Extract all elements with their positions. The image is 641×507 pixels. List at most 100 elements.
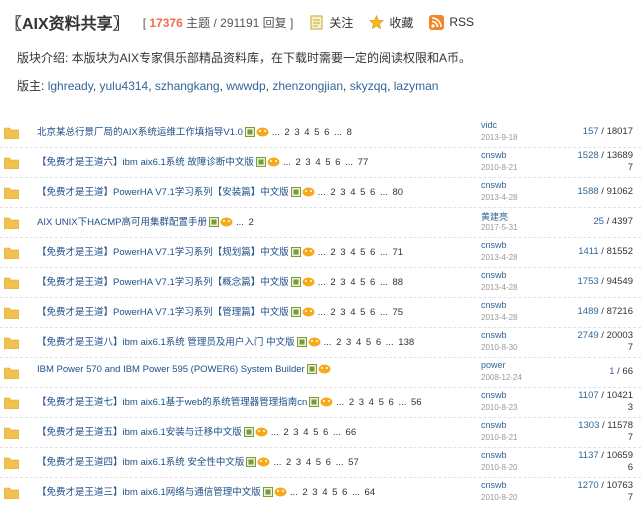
thread-counts: 1270 / 10763 7 [577, 480, 633, 503]
thread-author[interactable]: 黄建亮 [481, 210, 508, 223]
thread-author[interactable]: cnswb [481, 300, 507, 310]
thread-title-cell: 【免费才是王道五】ibm aix6.1安装与迁移中文版 ... 2 3 4 5 6… [37, 424, 356, 438]
thread-title-link[interactable]: 【免费才是王道】PowerHA V7.1学习系列【安装篇】中文版 [37, 187, 289, 198]
thread-title-cell: 【免费才是王道三】ibm aix6.1网络与通信管理中文版 ... 2 3 4 5… [37, 484, 375, 498]
topic-count: 17376 [149, 15, 183, 30]
thread-author[interactable]: cnswb [481, 180, 507, 190]
moderator-link[interactable]: lghready [48, 79, 93, 93]
thread-pages[interactable]: ... 2 3 4 5 6 ... 75 [318, 307, 403, 318]
reply-count[interactable]: 1107 [578, 390, 598, 401]
thread-title-link[interactable]: 【免费才是王道六】ibm aix6.1系统 故障诊断中文版 [37, 157, 254, 168]
thread-author[interactable]: cnswb [481, 150, 507, 160]
thread-author[interactable]: cnswb [481, 330, 507, 340]
thread-counts: 1528 / 13689 7 [577, 150, 633, 173]
thread-counts: 1 / 66 [609, 366, 633, 377]
moderator-link[interactable]: zhenzongjian [272, 79, 343, 93]
forum-title-row: 〖AIX资料共享〗 [ 17376 主题 / 291191 回复 ] 关注 收藏 [6, 10, 474, 34]
thread-author[interactable]: cnswb [481, 270, 507, 280]
view-count-wrap: 7 [627, 162, 633, 173]
thread-author[interactable]: cnswb [481, 480, 507, 490]
thread-pages[interactable]: ... 2 3 4 5 6 ... 138 [324, 337, 415, 348]
favorite-button[interactable]: 收藏 [369, 14, 413, 31]
thread-author[interactable]: cnswb [481, 390, 507, 400]
thread-pages[interactable]: ... 2 [236, 217, 254, 228]
folder-icon [3, 396, 20, 410]
thread-title-link[interactable]: 【免费才是王道】PowerHA V7.1学习系列【管理篇】中文版 [37, 307, 289, 318]
thread-author[interactable]: vidc [481, 120, 497, 130]
thread-row: IBM Power 570 and IBM Power 595 (POWER6)… [0, 357, 641, 387]
follow-label: 关注 [329, 15, 354, 30]
reply-count[interactable]: 1528 [578, 150, 599, 161]
attachment-icon [244, 127, 255, 138]
reply-count[interactable]: 1753 [578, 276, 599, 287]
reply-count[interactable]: 157 [583, 126, 599, 137]
thread-pages[interactable]: ... 2 3 4 5 6 ... 71 [318, 247, 403, 258]
thread-date: 2010-8-20 [481, 463, 518, 472]
thread-title-link[interactable]: IBM Power 570 and IBM Power 595 (POWER6)… [37, 364, 305, 375]
thread-title-link[interactable]: 【免费才是王道四】ibm aix6.1系统 安全性中文版 [37, 457, 244, 468]
reward-icon [302, 247, 315, 257]
view-count: 20003 [606, 330, 633, 341]
view-count: 11578 [607, 420, 633, 431]
thread-counts: 1489 / 87216 [577, 306, 633, 317]
thread-pages[interactable]: ... 2 3 4 5 6 ... 77 [283, 157, 368, 168]
thread-counts: 1753 / 94549 [577, 276, 633, 287]
thread-row: 【免费才是王道】PowerHA V7.1学习系列【管理篇】中文版 ... 2 3 … [0, 297, 641, 327]
thread-pages[interactable]: ... 2 3 4 5 6 ... 8 [272, 127, 352, 138]
folder-icon [3, 456, 20, 470]
rss-link[interactable]: RSS [429, 14, 474, 30]
attachment-icon [290, 187, 301, 198]
thread-title-cell: 【免费才是王道四】ibm aix6.1系统 安全性中文版 ... 2 3 4 5 … [37, 454, 359, 468]
reply-count[interactable]: 1303 [578, 420, 599, 431]
attachment-icon [255, 157, 266, 168]
moderator-link[interactable]: lazyman [394, 79, 439, 93]
thread-title-link[interactable]: 【免费才是王道】PowerHA V7.1学习系列【规划篇】中文版 [37, 247, 289, 258]
thread-title-link[interactable]: 【免费才是王道三】ibm aix6.1网络与通信管理中文版 [37, 487, 261, 498]
folder-icon [3, 156, 20, 170]
thread-title-link[interactable]: 【免费才是王道】PowerHA V7.1学习系列【概念篇】中文版 [37, 277, 289, 288]
thread-pages[interactable]: ... 2 3 4 5 6 ... 66 [271, 427, 356, 438]
thread-author[interactable]: cnswb [481, 420, 507, 430]
view-count-wrap: 6 [627, 462, 633, 473]
thread-author[interactable]: cnswb [481, 240, 507, 250]
thread-pages[interactable]: ... 2 3 4 5 6 ... 80 [318, 187, 403, 198]
attachment-icon [296, 337, 307, 348]
reply-count[interactable]: 25 [593, 216, 604, 227]
thread-author[interactable]: cnswb [481, 450, 507, 460]
thread-date: 2010-8-21 [481, 433, 518, 442]
thread-title-cell: 【免费才是王道八】ibm aix6.1系统 管理员及用户入门 中文版 ... 2 … [37, 334, 414, 348]
thread-title-link[interactable]: 【免费才是王道五】ibm aix6.1安装与迁移中文版 [37, 427, 242, 438]
thread-title-link[interactable]: AIX UNIX下HACMP高可用集群配置手册 [37, 217, 207, 228]
follow-button[interactable]: 关注 [309, 14, 353, 31]
thread-title-cell: AIX UNIX下HACMP高可用集群配置手册 ... 2 [37, 214, 254, 228]
reply-count[interactable]: 1270 [578, 480, 599, 491]
reply-count[interactable]: 1411 [578, 246, 598, 257]
folder-icon [3, 126, 20, 140]
reward-icon [220, 217, 233, 227]
folder-icon [3, 306, 20, 320]
moderator-link[interactable]: wwwdp [226, 79, 265, 93]
moderator-link[interactable]: yulu4314 [100, 79, 149, 93]
moderator-link[interactable]: skyzqq [350, 79, 387, 93]
moderator-link[interactable]: szhangkang [155, 79, 220, 93]
reward-icon [257, 457, 270, 467]
thread-author[interactable]: power [481, 360, 506, 370]
thread-title-link[interactable]: 【免费才是王道七】ibm aix6.1基于web的系统管理器管理指南cn [37, 397, 307, 408]
view-count: 10763 [606, 480, 633, 491]
moderators: 版主: lghready, yulu4314, szhangkang, wwwd… [17, 77, 438, 94]
forum-stats: [ 17376 主题 / 291191 回复 ] [142, 15, 294, 30]
reply-count[interactable]: 1 [609, 366, 614, 377]
rss-icon [429, 14, 445, 30]
thread-pages[interactable]: ... 2 3 4 5 6 ... 64 [290, 487, 375, 498]
thread-date: 2013-4-28 [481, 253, 518, 262]
thread-title-link[interactable]: 【免费才是王道八】ibm aix6.1系统 管理员及用户入门 中文版 [37, 337, 295, 348]
thread-pages[interactable]: ... 2 3 4 5 6 ... 57 [273, 457, 358, 468]
attachment-icon [290, 247, 301, 258]
reply-count[interactable]: 2749 [578, 330, 599, 341]
thread-title-link[interactable]: 北京某总行景厂局的AIX系统运维工作填指导V1.0 [37, 127, 243, 138]
thread-pages[interactable]: ... 2 3 4 5 6 ... 56 [336, 397, 421, 408]
reply-count[interactable]: 1137 [578, 450, 598, 461]
reply-count[interactable]: 1489 [578, 306, 599, 317]
thread-pages[interactable]: ... 2 3 4 5 6 ... 88 [318, 277, 403, 288]
reply-count[interactable]: 1588 [578, 186, 599, 197]
